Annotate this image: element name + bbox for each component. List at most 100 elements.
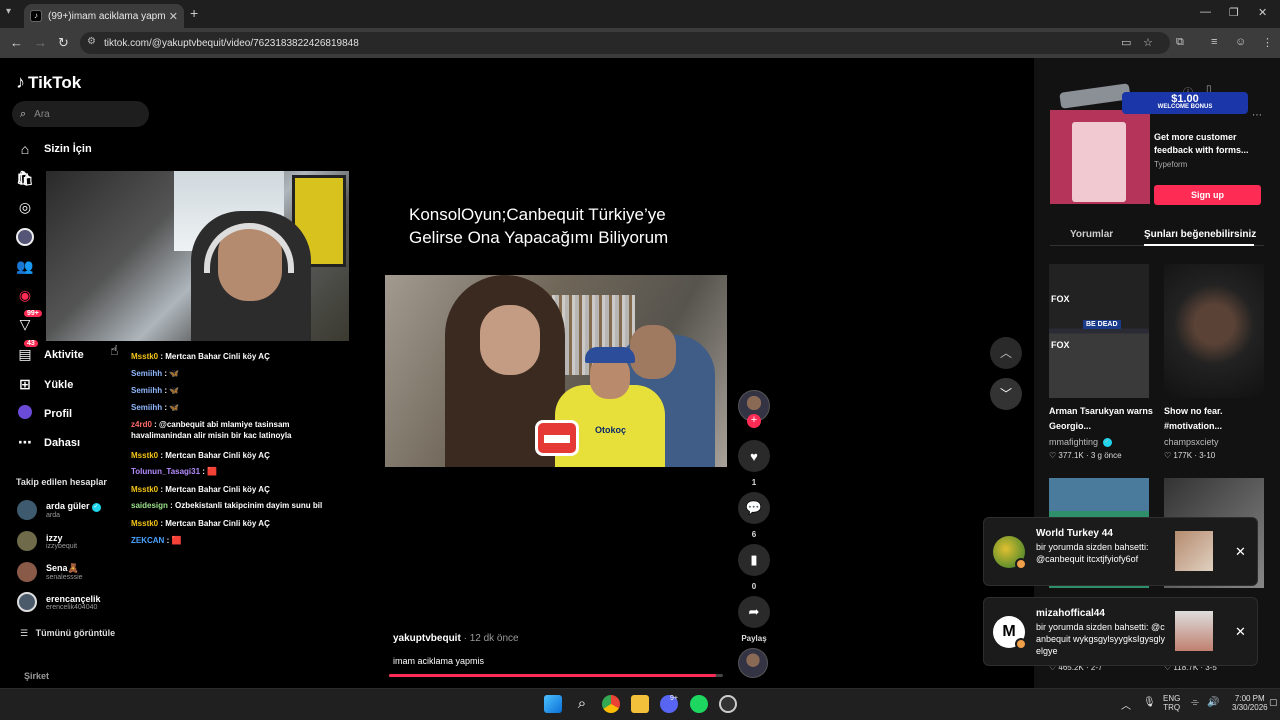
fox-logo-text: FOX (1051, 294, 1070, 304)
signup-button[interactable]: Sign up (1154, 185, 1261, 205)
comment-button[interactable]: 💬 6 (738, 492, 770, 539)
nav-for-you[interactable]: ⌂ Sizin İçin (16, 141, 92, 157)
browser-menu-icon[interactable]: ⋮ (1262, 36, 1273, 49)
avatar: M (993, 616, 1027, 650)
cast-icon[interactable]: ▭ (1121, 36, 1131, 49)
like-button[interactable]: ♥ 1 (738, 440, 770, 487)
notification-center-icon[interactable]: ▢ (1269, 697, 1278, 708)
nav-activity[interactable]: ▤ 43 Aktivite (16, 340, 84, 363)
avatar (17, 592, 37, 612)
mention-notification[interactable]: World Turkey 44 bir yorumda sizden bahse… (983, 517, 1258, 586)
mention-notification[interactable]: M mizahoffical44 bir yorumda sizden bahs… (983, 597, 1258, 666)
tab-you-may-like[interactable]: Şunları beğenebilirsiniz (1144, 229, 1256, 240)
video-player[interactable]: Otokoç (385, 275, 727, 467)
spotify-icon[interactable] (690, 695, 708, 713)
bookmark-icon: ▮ (738, 544, 770, 576)
company-link[interactable]: Şirket (24, 671, 49, 681)
author-name: yakuptvbequit (393, 633, 461, 644)
back-icon[interactable]: ← (10, 35, 23, 50)
notification-thumbnail (1175, 611, 1213, 651)
chat-message: Msstk0 : Mertcan Bahar Cinli köy AÇ (131, 519, 270, 528)
casino-ad-banner[interactable]: $1.00 WELCOME BONUS (1059, 83, 1248, 118)
browser-tab[interactable]: ♪ (99+)imam aciklama yapmis | Ti ✕ (24, 4, 184, 28)
file-explorer-icon[interactable] (631, 695, 649, 713)
tab-comments[interactable]: Yorumlar (1070, 229, 1113, 240)
recommended-user[interactable]: champsxciety (1164, 437, 1219, 447)
nav-live[interactable]: ◉ (16, 287, 44, 304)
recommended-video-thumbnail[interactable]: FOX BE DEAD FOX (1049, 264, 1149, 398)
recommended-title[interactable]: Show no fear. #motivation... (1164, 404, 1259, 434)
followed-account[interactable]: Sena🧸 senalesssie (17, 562, 83, 582)
recommended-video-thumbnail[interactable] (1164, 264, 1264, 398)
chat-message: Semiihh : 🦋 (131, 386, 180, 395)
nav-following[interactable] (16, 228, 44, 249)
follow-plus-icon[interactable]: + (747, 414, 761, 428)
video-author[interactable]: yakuptvbequit · 12 dk önce (393, 633, 519, 644)
address-bar[interactable]: tiktok.com/@yakuptvbequit/video/76231838… (80, 32, 1170, 54)
search-icon[interactable]: ⌕ (573, 695, 591, 713)
bookmark-star-icon[interactable]: ☆ (1143, 36, 1153, 49)
site-info-icon[interactable]: ⚙ (87, 36, 96, 47)
chevron-down-icon: ﹀ (999, 387, 1012, 401)
tab-search-icon[interactable]: ▾ (6, 6, 11, 17)
followed-account[interactable]: izzy izzybequit (17, 531, 77, 551)
close-icon[interactable]: ✕ (1235, 624, 1246, 640)
streamer-webcam (46, 171, 349, 341)
music-disc-button[interactable] (738, 648, 770, 678)
new-tab-icon[interactable]: + (190, 5, 198, 21)
tiktok-logo[interactable]: ♪ TikTok (16, 72, 81, 93)
ad-image[interactable] (1050, 110, 1150, 204)
language-indicator[interactable]: ENG TRQ (1163, 694, 1180, 712)
account-name: Sena🧸 (46, 563, 79, 573)
profile-icon[interactable]: ☺ (1235, 36, 1246, 48)
followed-account[interactable]: erencançelik erencelik404040 (17, 592, 101, 612)
chat-message: Msstk0 : Mertcan Bahar Cinli köy AÇ (131, 451, 270, 460)
search-icon: ⌕ (20, 107, 27, 120)
url-text: tiktok.com/@yakuptvbequit/video/76231838… (104, 37, 359, 49)
close-icon[interactable]: ✕ (1235, 544, 1246, 560)
video-progress-bar[interactable] (389, 674, 723, 677)
clock[interactable]: 7:00 PM 3/30/2026 (1232, 694, 1268, 712)
share-button[interactable]: ➦ Paylaş (738, 596, 770, 643)
volume-icon[interactable]: 🔊 (1207, 697, 1219, 708)
extensions-icon[interactable]: ⧉ (1176, 36, 1184, 49)
forward-icon[interactable]: → (34, 35, 47, 50)
microphone-icon[interactable]: 🎙 (1143, 697, 1156, 708)
nav-friends[interactable]: 👥 (16, 258, 44, 275)
save-button[interactable]: ▮ 0 (738, 544, 770, 591)
recommended-title[interactable]: Arman Tsarukyan warns Georgio... (1049, 404, 1154, 434)
nav-more[interactable]: ⋯ Dahası (16, 434, 80, 451)
profile-avatar (16, 405, 34, 422)
nav-explore[interactable]: ◎ (16, 199, 44, 216)
chat-text: 🟥 (207, 467, 218, 476)
nav-profile[interactable]: Profil (16, 405, 72, 422)
chrome-icon[interactable] (602, 695, 620, 713)
windows-start-icon[interactable] (544, 695, 562, 713)
close-window-icon[interactable]: ✕ (1258, 6, 1267, 19)
previous-video-button[interactable]: ︿ (990, 337, 1022, 369)
minimize-icon[interactable]: — (1200, 6, 1211, 18)
nav-upload[interactable]: ⊞ Yükle (16, 376, 73, 393)
search-input[interactable]: ⌕ Ara (12, 101, 149, 127)
recommended-user[interactable]: mmafighting ✓ (1049, 437, 1112, 448)
nav-shop[interactable]: 🛍 (16, 170, 44, 187)
reload-icon[interactable]: ↻ (58, 35, 69, 51)
creator-avatar-button[interactable]: + (738, 390, 770, 428)
tray-chevron-icon[interactable]: ︿ (1121, 697, 1131, 712)
next-video-button[interactable]: ﹀ (990, 378, 1022, 410)
see-all-link[interactable]: ☰ Tümünü görüntüle (20, 628, 115, 639)
tab-close-icon[interactable]: ✕ (169, 10, 178, 23)
nav-messages[interactable]: ▽ 99+ (16, 310, 44, 333)
ad-more-icon[interactable]: ⋯ (1252, 110, 1262, 121)
media-icon[interactable]: ≡ (1211, 36, 1217, 48)
censor-emoji-icon (535, 420, 579, 456)
restore-icon[interactable]: ❐ (1229, 6, 1239, 19)
chat-username: Semiihh (131, 386, 163, 395)
followed-account[interactable]: arda güler ✓ arda (17, 500, 101, 520)
network-icon[interactable]: ⌯ (1191, 697, 1199, 708)
avatar (17, 531, 37, 551)
tiktok-note-icon: ♪ (16, 72, 25, 92)
clock-time: 7:00 PM (1234, 694, 1265, 703)
discord-icon[interactable]: 9+ (660, 695, 678, 713)
app-icon[interactable] (719, 695, 737, 713)
